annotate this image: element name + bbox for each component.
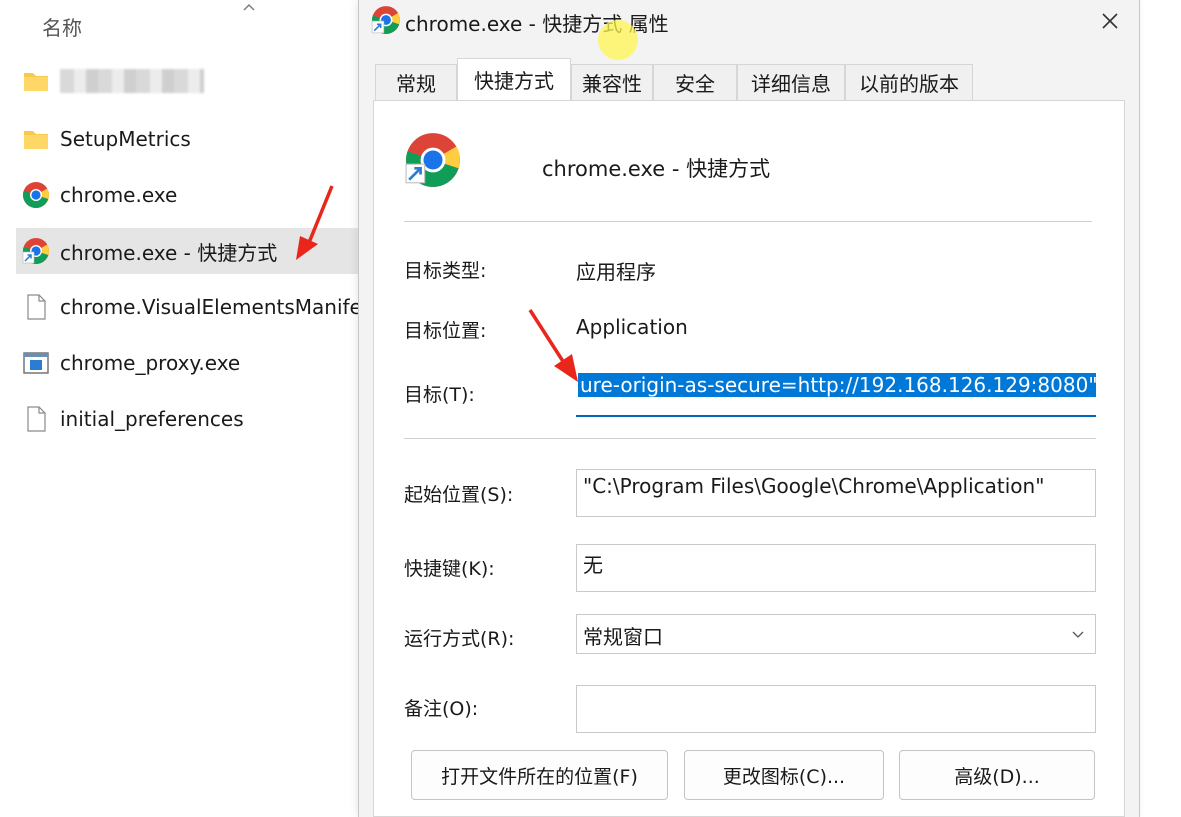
file-name: SetupMetrics <box>60 127 191 151</box>
separator <box>404 438 1096 439</box>
file-row-chrome-shortcut[interactable]: chrome.exe - 快捷方式 <box>16 228 360 274</box>
file-row-visual-elements-manifest[interactable]: chrome.VisualElementsManifest.xml <box>16 284 360 330</box>
title-bar[interactable]: chrome.exe - 快捷方式 属性 <box>359 0 1139 44</box>
chrome-shortcut-icon <box>405 133 460 187</box>
target-type-label: 目标类型: <box>404 260 487 282</box>
shortcut-tab-panel: chrome.exe - 快捷方式 目标类型: 应用程序 目标位置: Appli… <box>373 100 1125 817</box>
chrome-icon <box>22 181 50 209</box>
close-button[interactable] <box>1095 6 1125 36</box>
file-row-chrome-exe[interactable]: chrome.exe <box>16 172 360 218</box>
properties-dialog: chrome.exe - 快捷方式 属性 常规 快捷方式 兼容性 安全 详细信息… <box>358 0 1140 817</box>
file-name: chrome_proxy.exe <box>60 351 241 375</box>
tab-shortcut[interactable]: 快捷方式 <box>457 58 571 100</box>
file-name: chrome.exe <box>60 183 178 207</box>
chrome-shortcut-icon <box>371 6 400 34</box>
tab-security[interactable]: 安全 <box>653 64 737 100</box>
target-label: 目标(T): <box>404 384 475 406</box>
close-icon <box>1102 13 1118 29</box>
target-input[interactable]: ure-origin-as-secure=http://192.168.126.… <box>576 369 1096 417</box>
file-row-initial-preferences[interactable]: initial_preferences <box>16 396 360 442</box>
target-input-selected-text: ure-origin-as-secure=http://192.168.126.… <box>578 373 1096 397</box>
separator <box>404 221 1092 222</box>
run-label: 运行方式(R): <box>404 628 515 650</box>
run-select[interactable]: 常规窗口 <box>576 614 1096 654</box>
chevron-down-icon <box>1072 631 1084 638</box>
open-file-location-button[interactable]: 打开文件所在的位置(F) <box>411 750 668 800</box>
folder-icon <box>22 67 50 95</box>
app-window-icon <box>22 349 50 377</box>
target-type-value: 应用程序 <box>576 260 656 284</box>
sort-ascending-icon <box>243 4 255 11</box>
advanced-button[interactable]: 高级(D)... <box>899 750 1095 800</box>
target-location-label: 目标位置: <box>404 320 487 342</box>
tab-previous-versions[interactable]: 以前的版本 <box>845 64 973 100</box>
file-name: initial_preferences <box>60 407 244 431</box>
blurred-file-name <box>60 69 204 93</box>
file-row-setupmetrics[interactable]: SetupMetrics <box>16 116 360 162</box>
file-name: chrome.VisualElementsManifest.xml <box>60 295 360 319</box>
hotkey-label: 快捷键(K): <box>404 558 495 580</box>
tab-details[interactable]: 详细信息 <box>737 64 845 100</box>
file-name: chrome.exe - 快捷方式 <box>60 240 278 265</box>
tab-general[interactable]: 常规 <box>375 64 457 100</box>
name-column-header[interactable]: 名称 <box>42 12 82 41</box>
comment-label: 备注(O): <box>404 698 479 720</box>
shortcut-name: chrome.exe - 快捷方式 <box>542 157 771 181</box>
tab-strip: 常规 快捷方式 兼容性 安全 详细信息 以前的版本 <box>375 58 973 100</box>
document-icon <box>22 293 50 321</box>
folder-icon <box>22 125 50 153</box>
file-row-chrome-proxy[interactable]: chrome_proxy.exe <box>16 340 360 386</box>
tab-compatibility[interactable]: 兼容性 <box>571 64 653 100</box>
comment-input[interactable] <box>576 685 1096 733</box>
run-select-value: 常规窗口 <box>583 625 663 649</box>
dialog-title: chrome.exe - 快捷方式 属性 <box>405 12 669 36</box>
start-in-input[interactable]: "C:\Program Files\Google\Chrome\Applicat… <box>576 469 1096 517</box>
hotkey-input[interactable]: 无 <box>576 544 1096 592</box>
change-icon-button[interactable]: 更改图标(C)... <box>684 750 884 800</box>
chrome-shortcut-icon <box>22 237 50 265</box>
start-in-label: 起始位置(S): <box>404 484 514 506</box>
target-location-value: Application <box>576 315 688 339</box>
document-icon <box>22 405 50 433</box>
file-row-blurred-folder[interactable] <box>16 58 360 104</box>
file-explorer: 名称 SetupMetrics chrome.exe chrome.exe - … <box>0 0 360 817</box>
